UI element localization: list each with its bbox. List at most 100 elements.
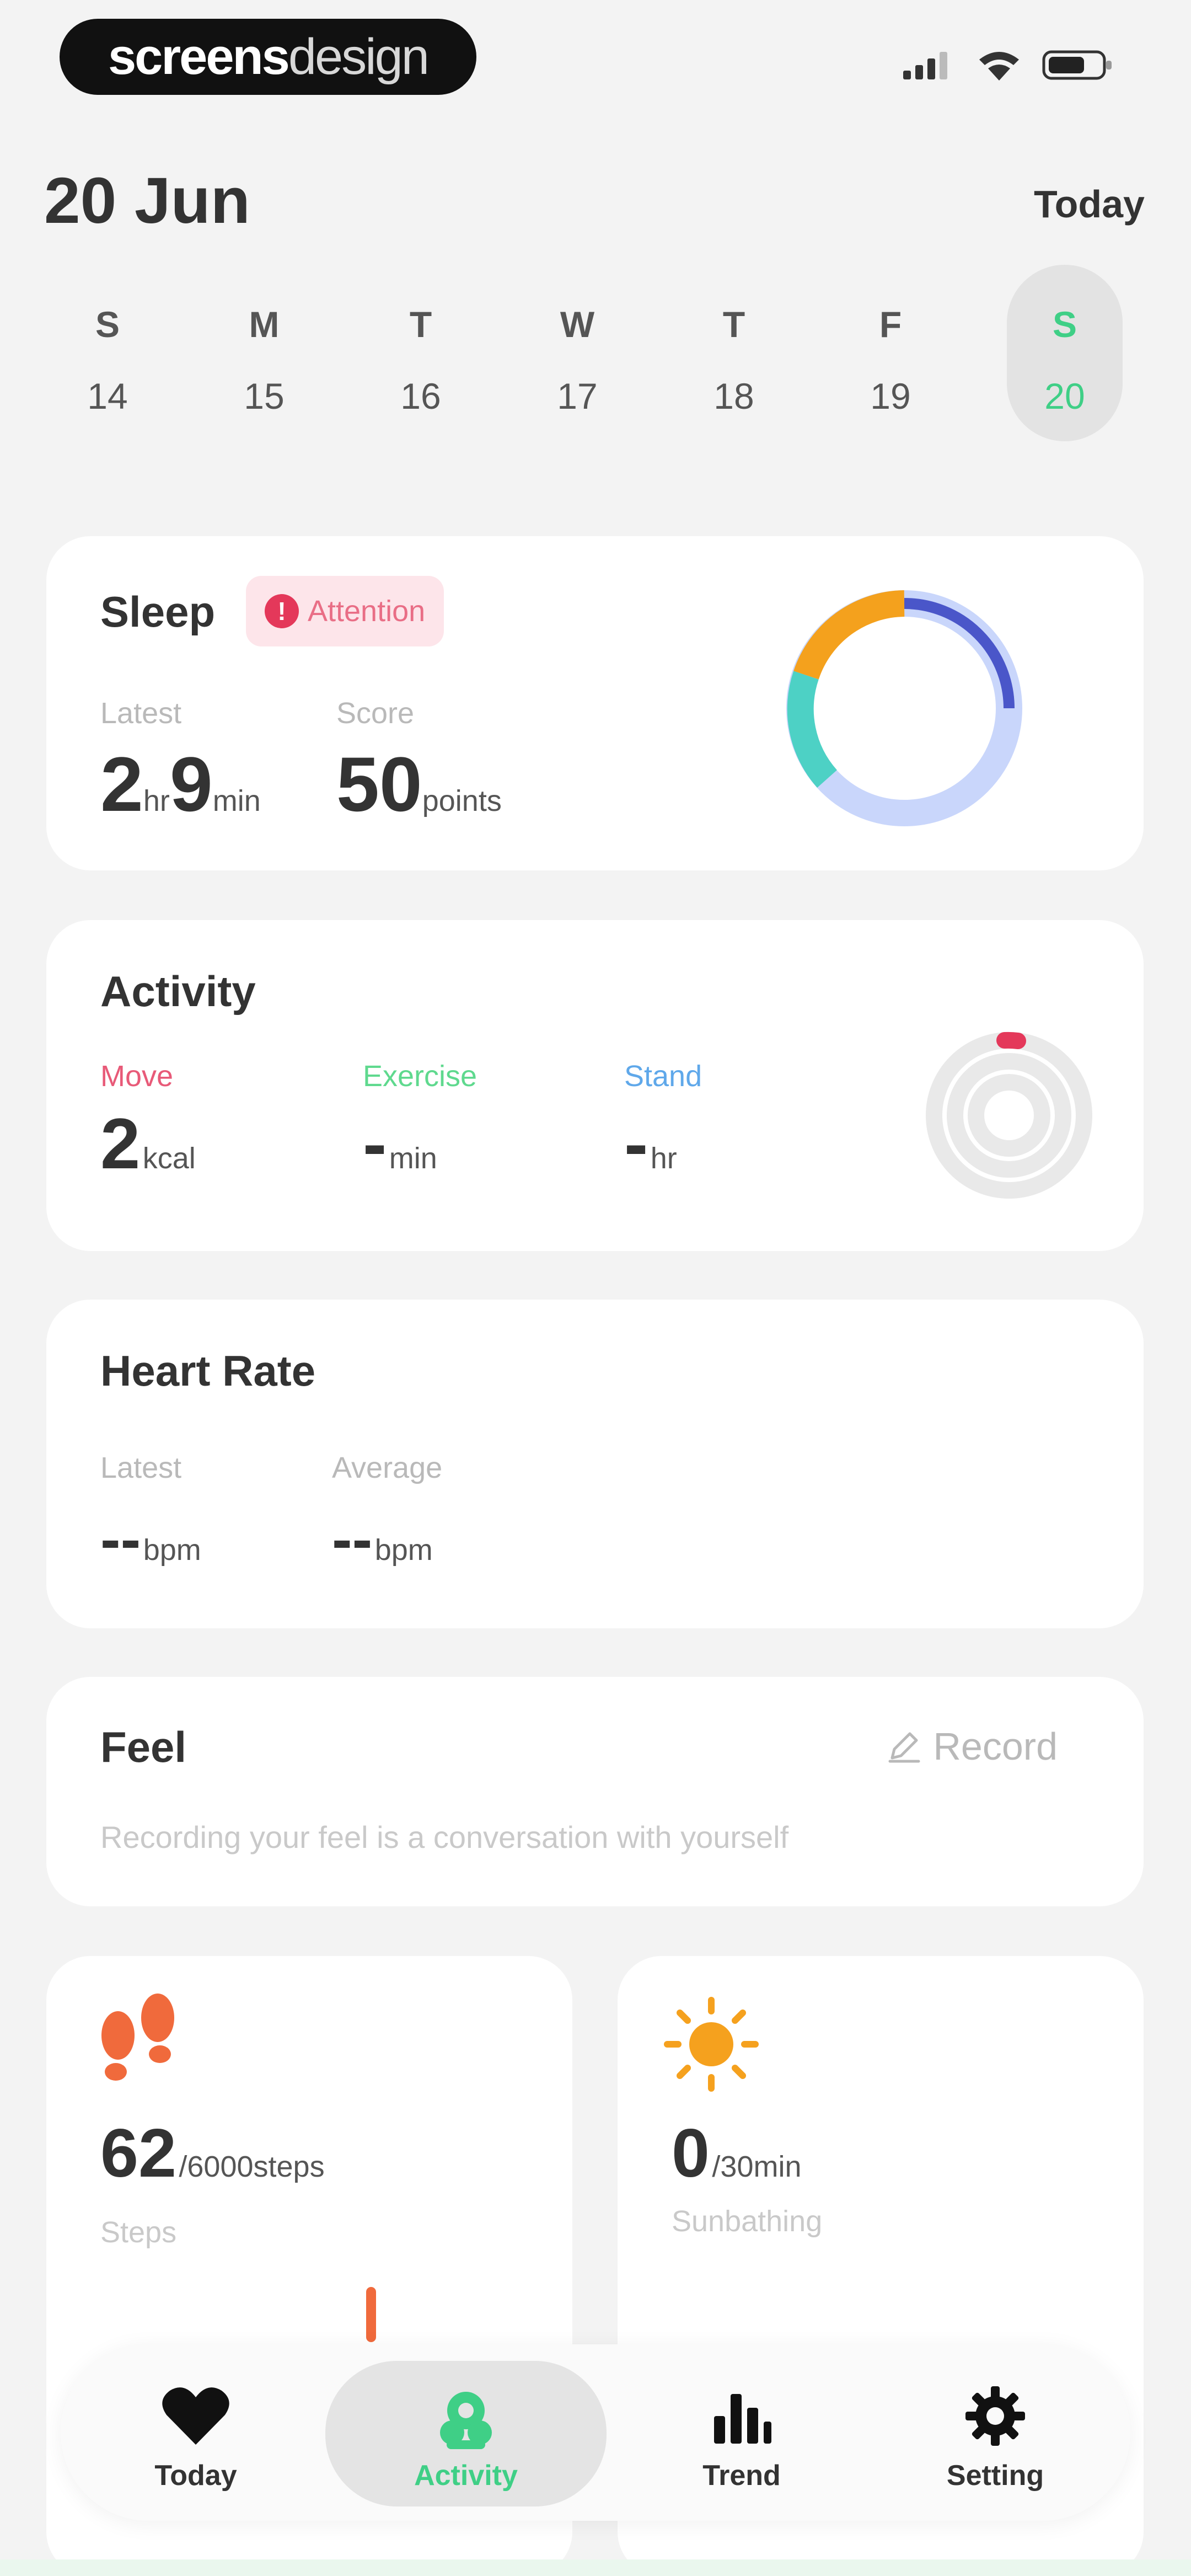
stand-number: - [624,1103,648,1184]
minutes-unit: min [212,784,261,817]
page-title: 20 Jun [44,164,250,237]
brand-watermark: screens design [60,19,476,95]
nav-label: Setting [946,2460,1044,2492]
move-unit: kcal [142,1142,196,1175]
day-17[interactable]: W 17 [519,265,635,441]
day-name: W [560,304,595,345]
day-number: 19 [870,376,911,416]
hr-latest-label: Latest [100,1451,182,1484]
activity-card[interactable]: Activity Move 2 kcal Exercise - min Stan… [46,920,1144,1251]
today-button[interactable]: Today [1034,182,1145,226]
nav-trend[interactable]: Trend [612,2344,871,2521]
activity-title: Activity [100,967,256,1016]
hr-latest-value: -- bpm [100,1509,201,1570]
attention-badge: ! Attention [246,576,444,646]
day-number: 16 [400,376,441,416]
sunbathing-label: Sunbathing [672,2205,823,2238]
feel-card[interactable]: Feel Record Recording your feel is a con… [46,1677,1144,1906]
sleep-title: Sleep [100,587,216,636]
bottom-edge [0,2559,1191,2576]
day-15[interactable]: M 15 [206,265,322,441]
feel-subtitle: Recording your feel is a conversation wi… [100,1820,789,1854]
hours-unit: hr [143,784,170,817]
ring-teal-segment [787,671,838,788]
exercise-label: Exercise [363,1060,478,1093]
day-name: S [95,304,120,345]
ring-deep-segment [904,598,1015,709]
day-number: 15 [244,376,285,416]
stand-unit: hr [650,1142,677,1175]
nav-label: Trend [702,2460,781,2492]
ring-orange-segment [793,590,905,680]
gear-icon [965,2386,1025,2446]
stand-value: - hr [624,1108,677,1179]
day-18[interactable]: T 18 [676,265,792,441]
brand-bold-text: screens [108,28,290,85]
steps-goal: /6000steps [179,2150,325,2183]
heart-icon [162,2387,229,2445]
activity-icon [440,2392,492,2449]
nav-today[interactable]: Today [66,2344,325,2521]
day-number: 14 [87,376,128,416]
sunbathing-value: 0 /30min [672,2119,802,2188]
edit-icon [888,1732,920,1763]
heart-rate-card[interactable]: Heart Rate Latest -- bpm Average -- bpm [46,1300,1144,1628]
steps-value: 62 /6000steps [100,2119,325,2188]
day-20-selected[interactable]: S 20 [1007,265,1123,441]
day-16[interactable]: T 16 [363,265,479,441]
badge-label: Attention [308,595,426,628]
hours-value: 2 [100,741,143,827]
footprints-icon [101,1994,174,2081]
feel-title: Feel [100,1723,187,1771]
day-name: M [249,304,280,345]
sunbathing-number: 0 [672,2115,710,2192]
day-name: S [1052,304,1077,345]
nav-activity[interactable]: Activity [325,2361,607,2506]
exercise-number: - [363,1103,387,1184]
hr-average-value: -- bpm [332,1509,433,1570]
hr-average-unit: bpm [374,1533,433,1567]
day-19[interactable]: F 19 [833,265,948,441]
latest-label: Latest [100,697,182,730]
sleep-card[interactable]: Sleep ! Attention Latest 2hr9min Score 5… [46,536,1144,870]
exercise-value: - min [363,1108,437,1179]
record-label: Record [933,1725,1058,1768]
day-number: 20 [1044,376,1085,416]
score-unit: points [422,784,502,817]
week-strip: S 14 M 15 T 16 W 17 T 18 F 19 S 20 [50,265,1147,452]
brand-light-text: design [288,28,430,85]
status-icons [901,49,1114,82]
move-number: 2 [100,1103,141,1184]
record-button[interactable]: Record [884,1724,1058,1768]
move-value: 2 kcal [100,1108,196,1179]
latest-sleep-value: 2hr9min [100,746,261,823]
day-name: F [879,304,902,345]
day-name: T [409,304,432,345]
hr-latest-unit: bpm [143,1533,201,1567]
sunbathing-goal: /30min [712,2150,802,2183]
minutes-value: 9 [169,741,213,827]
move-label: Move [100,1060,174,1093]
move-ring-progress [996,1032,1026,1049]
nav-label: Activity [414,2460,518,2492]
bar-chart-icon [714,2394,771,2444]
exercise-unit: min [389,1142,437,1175]
score-label: Score [336,697,415,730]
stand-ring-track [968,1074,1050,1157]
steps-number: 62 [100,2115,176,2192]
heart-rate-title: Heart Rate [100,1346,316,1395]
nav-setting[interactable]: Setting [866,2344,1125,2521]
hr-latest-number: -- [100,1505,141,1573]
activity-rings [926,1032,1092,1199]
hr-average-label: Average [332,1451,443,1484]
day-name: T [722,304,745,345]
day-number: 17 [557,376,598,416]
nav-label: Today [154,2460,237,2492]
day-number: 18 [713,376,754,416]
battery-icon [1042,50,1112,80]
sleep-ring-chart [786,590,1022,826]
signal-icon [903,52,947,79]
sun-icon [664,1997,759,2092]
day-14[interactable]: S 14 [50,265,165,441]
alert-icon: ! [265,594,299,628]
